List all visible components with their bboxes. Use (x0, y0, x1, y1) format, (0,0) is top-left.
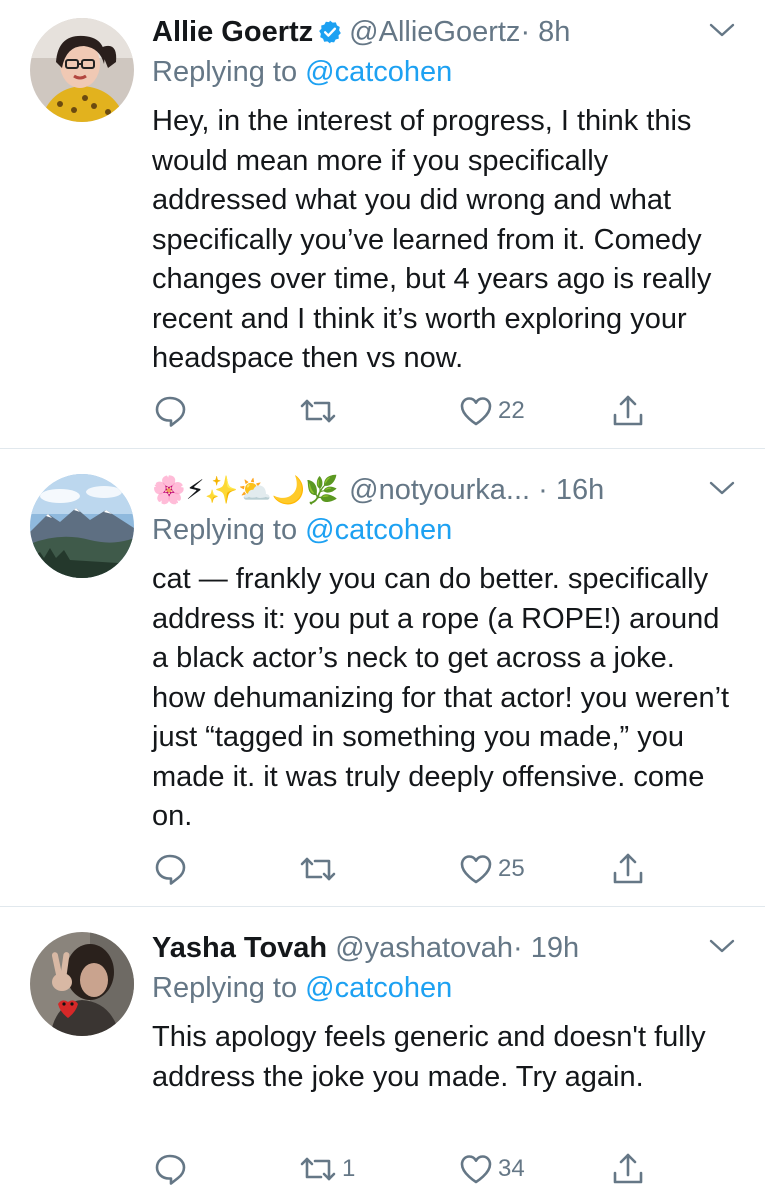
retweet-count: 1 (342, 1155, 356, 1182)
heart-icon (460, 1155, 492, 1184)
tweet-text: cat — frankly you can do better. specifi… (152, 563, 730, 832)
heart-icon (460, 397, 492, 426)
share-icon (613, 395, 643, 426)
display-name-emoji[interactable]: 🌸⚡✨⛅🌙🌿 (152, 475, 339, 505)
divider (0, 906, 765, 907)
replying-to-label: Replying to (152, 514, 298, 546)
avatar-image (30, 18, 134, 122)
like-count: 25 (498, 855, 525, 882)
tweet-actions: 25 (152, 849, 652, 889)
reply-icon (155, 854, 186, 885)
handle[interactable]: @notyourka... (349, 474, 530, 506)
tweet-actions: 1 34 (152, 1149, 652, 1189)
timestamp[interactable]: · 19h (513, 932, 579, 964)
replying-to: Replying to @catcohen (152, 968, 452, 1008)
handle[interactable]: @AllieGoertz (349, 16, 520, 48)
mention-link[interactable]: @catcohen (305, 56, 452, 88)
avatar-image (30, 932, 134, 1036)
share-icon (613, 853, 643, 884)
reply-icon (155, 396, 186, 427)
share-icon (613, 1153, 643, 1184)
mention-link[interactable]: @catcohen (305, 972, 452, 1004)
timestamp[interactable]: · 8h (520, 16, 570, 48)
retweet-icon (300, 399, 336, 423)
avatar[interactable] (30, 474, 134, 578)
avatar[interactable] (30, 932, 134, 1036)
share-button[interactable] (610, 1149, 650, 1189)
chevron-down-icon[interactable] (709, 480, 735, 496)
reply-icon (155, 1154, 186, 1185)
replying-to: Replying to @catcohen (152, 52, 452, 92)
tweet-allie-goertz[interactable]: Allie Goertz @AllieGoertz· 8h Replying to… (0, 0, 765, 448)
share-button[interactable] (610, 391, 650, 431)
reply-button[interactable] (152, 1149, 192, 1189)
tweet-header: Yasha Tovah @yashatovah· 19h (152, 928, 579, 968)
retweet-icon (300, 857, 336, 881)
replying-to-label: Replying to (152, 56, 298, 88)
tweet-text: Hey, in the interest of progress, I thin… (152, 105, 712, 374)
tweet-header: 🌸⚡✨⛅🌙🌿 @notyourka... · 16h (152, 470, 604, 510)
like-count: 34 (498, 1155, 525, 1182)
retweet-button[interactable] (298, 849, 342, 889)
retweet-button[interactable] (298, 391, 342, 431)
replying-to-label: Replying to (152, 972, 298, 1004)
avatar-image (30, 474, 134, 578)
like-button[interactable]: 34 (458, 1149, 525, 1189)
heart-icon (460, 855, 492, 884)
divider (0, 448, 765, 449)
tweet-yasha-tovah[interactable]: Yasha Tovah @yashatovah· 19h Replying to… (0, 916, 765, 1200)
display-name[interactable]: Yasha Tovah (152, 932, 327, 964)
display-name[interactable]: Allie Goertz (152, 16, 313, 48)
avatar[interactable] (30, 18, 134, 122)
tweet-notyourka[interactable]: 🌸⚡✨⛅🌙🌿 @notyourka... · 16h Replying to @… (0, 458, 765, 906)
tweet-text: This apology feels generic and doesn't f… (152, 1021, 706, 1093)
chevron-down-icon[interactable] (709, 938, 735, 954)
retweet-icon (300, 1157, 336, 1181)
share-button[interactable] (610, 849, 650, 889)
mention-link[interactable]: @catcohen (305, 514, 452, 546)
reply-button[interactable] (152, 391, 192, 431)
chevron-down-icon[interactable] (709, 22, 735, 38)
like-button[interactable]: 22 (458, 391, 525, 431)
verified-badge-icon (317, 16, 343, 56)
retweet-button[interactable]: 1 (298, 1149, 355, 1189)
tweet-header: Allie Goertz @AllieGoertz· 8h (152, 12, 570, 52)
like-count: 22 (498, 397, 525, 424)
timestamp[interactable]: · 16h (538, 474, 604, 506)
like-button[interactable]: 25 (458, 849, 525, 889)
handle[interactable]: @yashatovah (335, 932, 513, 964)
tweet-actions: 22 (152, 391, 652, 431)
replying-to: Replying to @catcohen (152, 510, 452, 550)
reply-button[interactable] (152, 849, 192, 889)
